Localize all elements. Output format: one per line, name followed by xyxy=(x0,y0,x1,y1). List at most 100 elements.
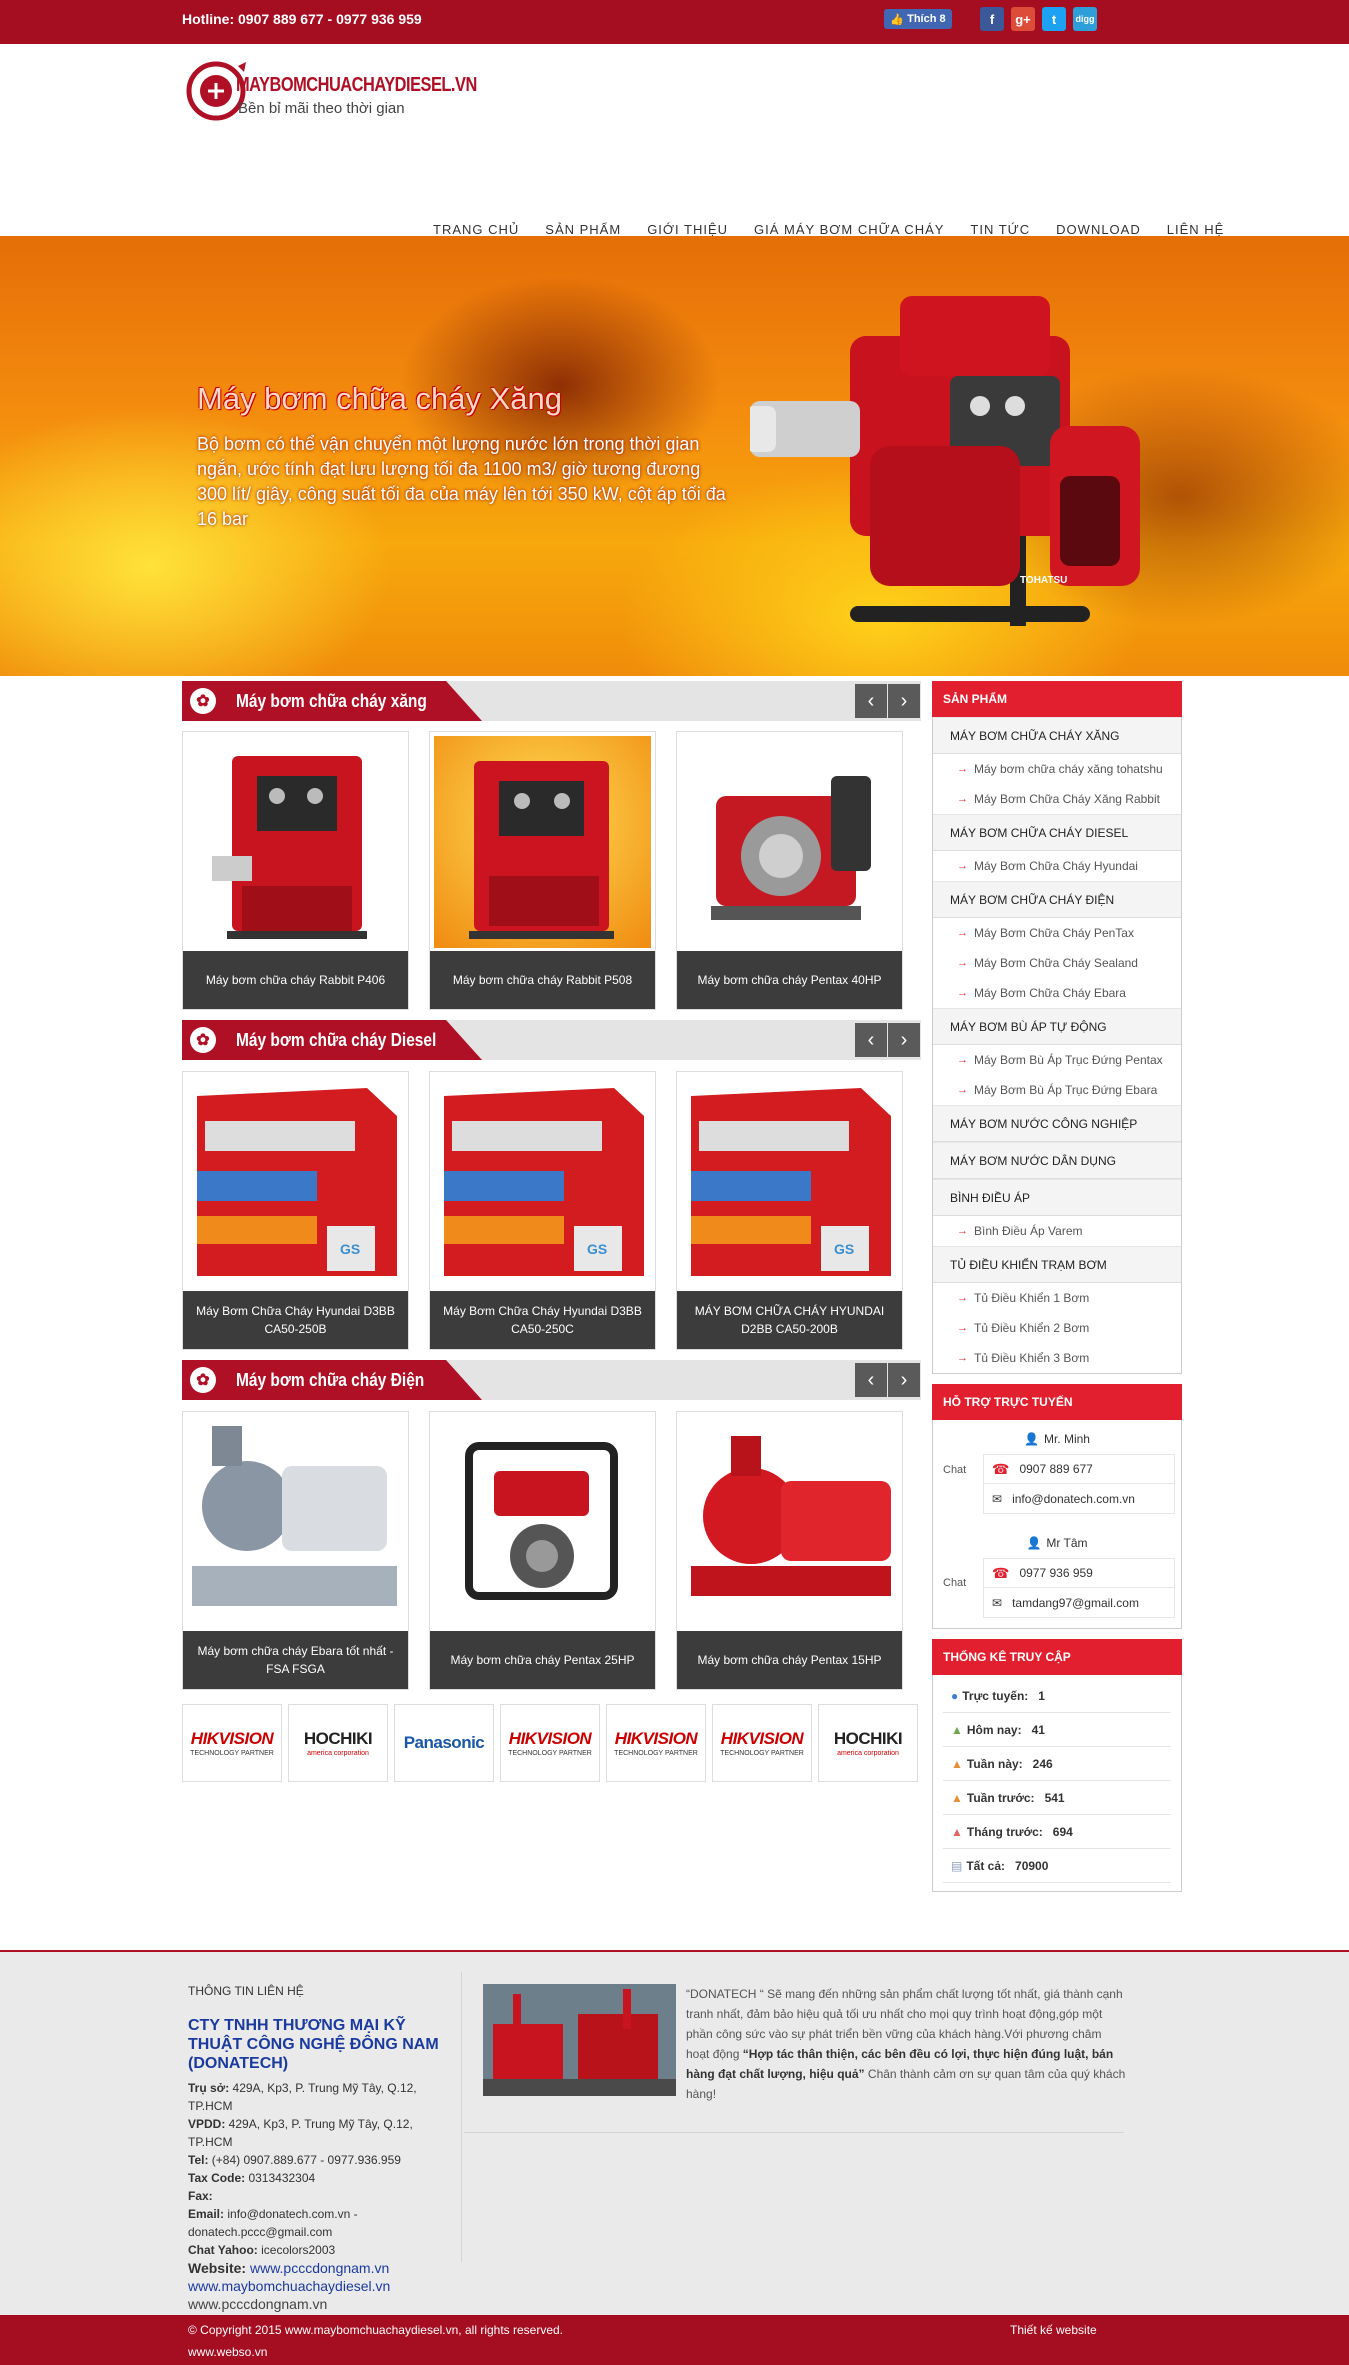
design-credit[interactable]: Thiết kế website xyxy=(1010,2323,1097,2337)
nav-gia-may-bom[interactable]: GIÁ MÁY BƠM CHỮA CHÁY xyxy=(741,222,957,237)
partner-logo-hochiki[interactable]: HOCHIKI america corporation xyxy=(818,1704,918,1782)
partner-logo-hochiki[interactable]: HOCHIKI america corporation xyxy=(288,1704,388,1782)
designer-link[interactable]: www.webso.vn xyxy=(188,2345,267,2359)
product-card[interactable]: Máy bơm chữa cháy Rabbit P508 xyxy=(429,731,656,1010)
category-tu-dieu-khien[interactable]: TỦ ĐIỀU KHIỂN TRẠM BƠM xyxy=(933,1246,1181,1283)
website-link[interactable]: www.pcccdongnam.vn xyxy=(250,2260,389,2276)
subcategory-link[interactable]: Máy Bơm Chữa Cháy Hyundai xyxy=(933,851,1181,881)
category-cong-nghiep[interactable]: MÁY BƠM NƯỚC CÔNG NGHIỆP xyxy=(933,1105,1181,1142)
product-title[interactable]: Máy bơm chữa cháy Ebara tốt nhất - FSA F… xyxy=(183,1631,408,1689)
chat-icon[interactable]: Chat xyxy=(943,1577,966,1589)
footer-line: VPDD: 429A, Kp3, P. Trung Mỹ Tây, Q.12, … xyxy=(188,2117,413,2149)
partner-logo-hikvision[interactable]: HIKVISION TECHNOLOGY PARTNER xyxy=(500,1704,600,1782)
product-card[interactable]: GS Máy Bơm Chữa Cháy Hyundai D3BB CA50-2… xyxy=(182,1071,409,1350)
product-image xyxy=(681,1416,898,1628)
product-card[interactable]: Máy bơm chữa cháy Pentax 15HP xyxy=(676,1411,903,1690)
subcategory-link[interactable]: Tủ Điều Khiển 1 Bơm xyxy=(933,1283,1181,1313)
thumbs-up-icon: 👍 xyxy=(890,13,905,26)
partner-logo-hikvision[interactable]: HIKVISION TECHNOLOGY PARTNER xyxy=(606,1704,706,1782)
next-arrow-icon[interactable]: › xyxy=(888,684,920,718)
subcategory-link[interactable]: Máy Bơm Chữa Cháy Ebara xyxy=(933,978,1181,1008)
subcategory-link[interactable]: Máy Bơm Chữa Cháy Sealand xyxy=(933,948,1181,978)
nav-tin-tuc[interactable]: TIN TỨC xyxy=(957,222,1043,237)
footer-line: Email: info@donatech.com.vn - donatech.p… xyxy=(188,2207,358,2239)
product-title[interactable]: Máy Bơm Chữa Cháy Hyundai D3BB CA50-250C xyxy=(430,1291,655,1349)
prev-arrow-icon[interactable]: ‹ xyxy=(855,1023,887,1057)
product-image xyxy=(434,736,651,948)
subcategory-link[interactable]: Tủ Điều Khiển 3 Bơm xyxy=(933,1343,1181,1373)
subcategory-link[interactable]: Bình Điều Áp Varem xyxy=(933,1216,1181,1246)
footer-about: “DONATECH “ Sẽ mang đến những sản phẩm c… xyxy=(686,1987,1126,2101)
pump-brand-text: TOHATSU xyxy=(1020,575,1067,586)
prev-arrow-icon[interactable]: ‹ xyxy=(855,684,887,718)
nav-gioi-thieu[interactable]: GIỚI THIỆU xyxy=(634,222,741,237)
product-title[interactable]: Máy Bơm Chữa Cháy Hyundai D3BB CA50-250B xyxy=(183,1291,408,1349)
subcategory-link[interactable]: Tủ Điều Khiển 2 Bơm xyxy=(933,1313,1181,1343)
product-title[interactable]: Máy bơm chữa cháy Pentax 40HP xyxy=(677,951,902,1009)
partner-logo-hikvision[interactable]: HIKVISION TECHNOLOGY PARTNER xyxy=(182,1704,282,1782)
support-heading: HỖ TRỢ TRỰC TUYẾN xyxy=(932,1384,1182,1420)
footer: THÔNG TIN LIÊN HỆ CTY TNHH THƯƠNG MẠI KỸ… xyxy=(0,1950,1349,2315)
next-arrow-icon[interactable]: › xyxy=(888,1363,920,1397)
product-card[interactable]: Máy bơm chữa cháy Ebara tốt nhất - FSA F… xyxy=(182,1411,409,1690)
nav-download[interactable]: DOWNLOAD xyxy=(1043,222,1154,237)
prev-arrow-icon[interactable]: ‹ xyxy=(855,1363,887,1397)
nav-lien-he[interactable]: LIÊN HỆ xyxy=(1154,222,1238,237)
category-dien[interactable]: MÁY BƠM CHỮA CHÁY ĐIỆN xyxy=(933,881,1181,918)
product-image: GS xyxy=(187,1076,404,1288)
subcategory-link[interactable]: Máy Bơm Chữa Cháy Xăng Rabbit xyxy=(933,784,1181,814)
subcategory-link[interactable]: Máy Bơm Bù Áp Trục Đứng Ebara xyxy=(933,1075,1181,1105)
product-card[interactable]: Máy bơm chữa cháy Pentax 40HP xyxy=(676,731,903,1010)
category-binh-dieu-ap[interactable]: BÌNH ĐIỀU ÁP xyxy=(933,1179,1181,1216)
phone-icon: ☎ xyxy=(992,1564,1010,1581)
product-title[interactable]: Máy bơm chữa cháy Pentax 15HP xyxy=(677,1631,902,1689)
section-header-dien: ✿ Máy bơm chữa cháy Điện ‹ › xyxy=(182,1360,921,1400)
digg-icon[interactable]: digg xyxy=(1073,7,1097,31)
supporter-email[interactable]: tamdang97@gmail.com xyxy=(1012,1596,1139,1610)
category-xang[interactable]: MÁY BƠM CHỮA CHÁY XĂNG xyxy=(933,717,1181,754)
nav-trang-chu[interactable]: TRANG CHỦ xyxy=(420,222,532,237)
twitter-icon[interactable]: t xyxy=(1042,7,1066,31)
google-plus-icon[interactable]: g+ xyxy=(1011,7,1035,31)
product-card[interactable]: Máy bơm chữa cháy Pentax 25HP xyxy=(429,1411,656,1690)
subcategory-link[interactable]: Máy bơm chữa cháy xăng tohatshu xyxy=(933,754,1181,784)
category-list: MÁY BƠM CHỮA CHÁY XĂNG Máy bơm chữa cháy… xyxy=(932,717,1182,1374)
logo[interactable]: MAYBOMCHUACHAYDIESEL.VN Bền bỉ mãi theo … xyxy=(186,58,477,128)
product-title[interactable]: MÁY BƠM CHỮA CHÁY HYUNDAI D2BB CA50-200B xyxy=(677,1291,902,1349)
partner-logo-hikvision[interactable]: HIKVISION TECHNOLOGY PARTNER xyxy=(712,1704,812,1782)
facebook-icon[interactable]: f xyxy=(980,7,1004,31)
hero-banner[interactable]: Máy bơm chữa cháy Xăng Bộ bơm có thể vận… xyxy=(0,236,1349,676)
category-diesel[interactable]: MÁY BƠM CHỮA CHÁY DIESEL xyxy=(933,814,1181,851)
supporter-email[interactable]: info@donatech.com.vn xyxy=(1012,1492,1135,1506)
supporter-phone[interactable]: 0977 936 959 xyxy=(1019,1566,1092,1580)
next-arrow-icon[interactable]: › xyxy=(888,1023,920,1057)
category-bu-ap[interactable]: MÁY BƠM BÙ ÁP TỰ ĐỘNG xyxy=(933,1008,1181,1045)
product-card[interactable]: GS MÁY BƠM CHỮA CHÁY HYUNDAI D2BB CA50-2… xyxy=(676,1071,903,1350)
company-name: CTY TNHH THƯƠNG MẠI KỸ THUẬT CÔNG NGHỆ Đ… xyxy=(188,2017,439,2072)
footer-line: Trụ sở: 429A, Kp3, P. Trung Mỹ Tây, Q.12… xyxy=(188,2081,417,2113)
partner-logo-panasonic[interactable]: Panasonic xyxy=(394,1704,494,1782)
product-card[interactable]: GS Máy Bơm Chữa Cháy Hyundai D3BB CA50-2… xyxy=(429,1071,656,1350)
factory-image xyxy=(483,1984,676,2096)
banner-description: Bộ bơm có thể vận chuyển một lượng nước … xyxy=(197,434,726,529)
fire-pump-image: TOHATSU xyxy=(750,296,1140,626)
supporter-phone[interactable]: 0907 889 677 xyxy=(1019,1462,1092,1476)
product-title[interactable]: Máy bơm chữa cháy Rabbit P508 xyxy=(430,951,655,1009)
subcategory-link[interactable]: Máy Bơm Bù Áp Trục Đứng Pentax xyxy=(933,1045,1181,1075)
website-link[interactable]: www.pcccdongnam.vn xyxy=(188,2295,458,2313)
footer-line: Fax: xyxy=(188,2189,213,2203)
category-dan-dung[interactable]: MÁY BƠM NƯỚC DÂN DỤNG xyxy=(933,1142,1181,1179)
product-title[interactable]: Máy bơm chữa cháy Rabbit P406 xyxy=(183,951,408,1009)
globe-icon: ● xyxy=(951,1688,959,1703)
header: MAYBOMCHUACHAYDIESEL.VN Bền bỉ mãi theo … xyxy=(0,44,1349,237)
nav-san-pham[interactable]: SẢN PHẨM xyxy=(532,222,634,237)
facebook-like-button[interactable]: 👍 Thích 8 xyxy=(884,9,952,29)
product-card[interactable]: Máy bơm chữa cháy Rabbit P406 xyxy=(182,731,409,1010)
subcategory-link[interactable]: Máy Bơm Chữa Cháy PenTax xyxy=(933,918,1181,948)
phone-icon: ☎ xyxy=(992,1460,1010,1477)
chat-icon[interactable]: Chat xyxy=(943,1464,966,1476)
product-title[interactable]: Máy bơm chữa cháy Pentax 25HP xyxy=(430,1631,655,1689)
stat-last-month: ▲ Tháng trước: 694 xyxy=(943,1815,1171,1849)
svg-text:GS: GS xyxy=(834,1241,854,1257)
website-link[interactable]: www.maybomchuachaydiesel.vn xyxy=(188,2277,458,2295)
